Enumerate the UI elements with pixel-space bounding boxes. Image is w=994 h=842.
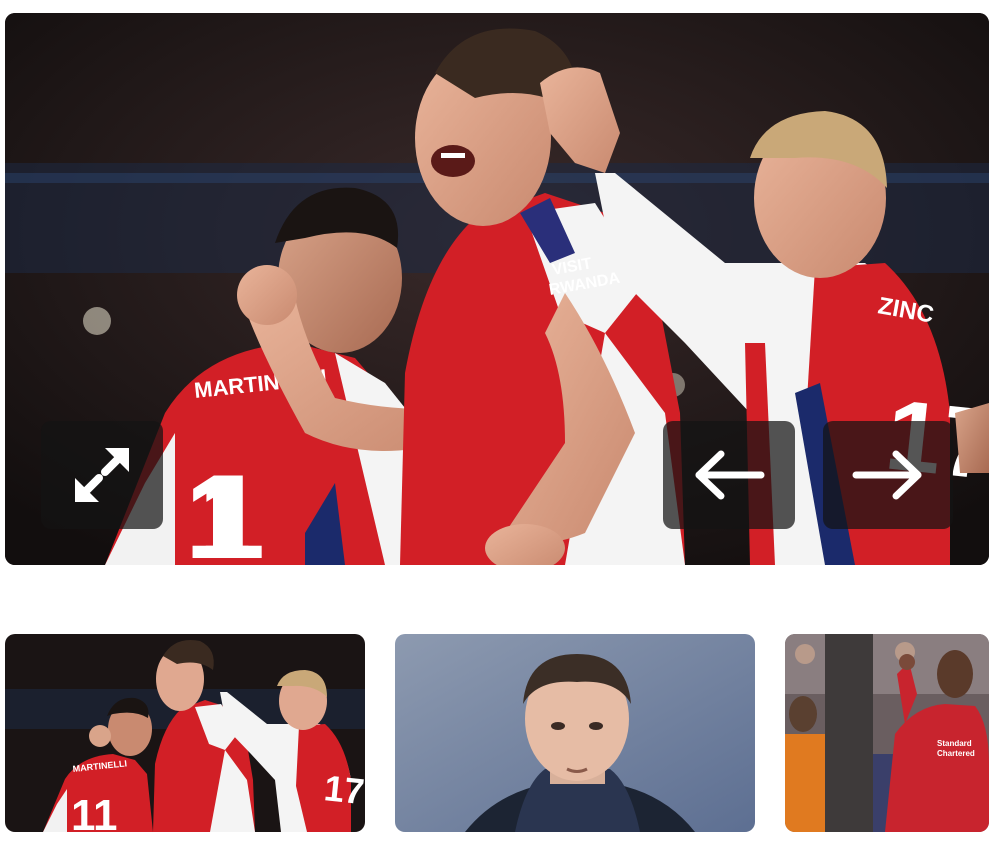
svg-text:Chartered: Chartered — [937, 749, 975, 758]
previous-image-button[interactable] — [663, 421, 795, 529]
svg-text:Standard: Standard — [937, 739, 972, 748]
arrow-left-icon — [695, 450, 765, 500]
fullscreen-button[interactable] — [41, 421, 163, 529]
main-gallery-image[interactable]: MARTINELLI 11 VISIT RWANDA ZINC — [5, 13, 989, 565]
svg-text:11: 11 — [185, 450, 265, 565]
svg-text:17: 17 — [322, 767, 365, 812]
next-image-button[interactable] — [823, 421, 953, 529]
thumbnail-3[interactable]: Standard Chartered — [785, 634, 989, 832]
thumbnail-portrait-photo — [395, 634, 755, 832]
thumbnail-2[interactable] — [395, 634, 755, 832]
thumbnail-match-photo: Standard Chartered — [785, 634, 989, 832]
thumbnail-celebration-photo: MARTINELLI 11 17 — [5, 634, 365, 832]
expand-arrows-icon — [75, 448, 129, 502]
svg-text:11: 11 — [71, 791, 118, 832]
arrow-right-icon — [852, 450, 922, 500]
thumbnail-1[interactable]: MARTINELLI 11 17 — [5, 634, 365, 832]
